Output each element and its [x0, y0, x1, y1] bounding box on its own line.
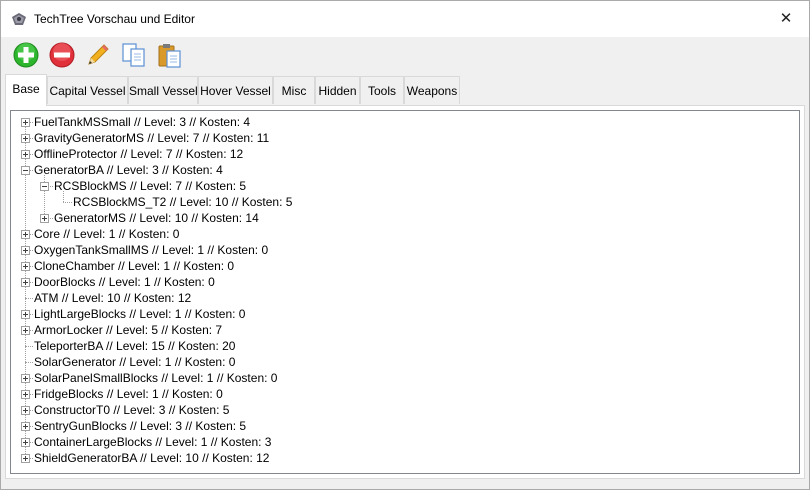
- tree-node[interactable]: ShieldGeneratorBA // Level: 10 // Kosten…: [11, 450, 791, 466]
- tab-misc[interactable]: Misc: [273, 76, 315, 104]
- tree-node-label: ShieldGeneratorBA // Level: 10 // Kosten…: [34, 451, 270, 465]
- copy-button[interactable]: [120, 41, 148, 69]
- tree-node[interactable]: LightLargeBlocks // Level: 1 // Kosten: …: [11, 306, 791, 322]
- expand-icon[interactable]: [21, 262, 30, 271]
- tree-node[interactable]: CloneChamber // Level: 1 // Kosten: 0: [11, 258, 791, 274]
- window-title: TechTree Vorschau und Editor: [34, 12, 195, 26]
- tree-node[interactable]: RCSBlockMS_T2 // Level: 10 // Kosten: 5: [11, 194, 791, 210]
- tab-base[interactable]: Base: [5, 74, 47, 106]
- tree-connector: [63, 202, 72, 203]
- toolbar: [1, 37, 809, 73]
- tree-node-label: CloneChamber // Level: 1 // Kosten: 0: [34, 259, 235, 273]
- tree-node-label: TeleporterBA // Level: 15 // Kosten: 20: [34, 339, 236, 353]
- tree-node[interactable]: FuelTankMSSmall // Level: 3 // Kosten: 4: [11, 114, 791, 130]
- expand-icon[interactable]: [21, 150, 30, 159]
- expand-icon[interactable]: [21, 326, 30, 335]
- tree-node[interactable]: Core // Level: 1 // Kosten: 0: [11, 226, 791, 242]
- tree-node-label: ConstructorT0 // Level: 3 // Kosten: 5: [34, 403, 230, 417]
- expand-icon[interactable]: [21, 422, 30, 431]
- expand-icon[interactable]: [21, 454, 30, 463]
- app-icon: [12, 13, 26, 25]
- expand-icon[interactable]: [21, 374, 30, 383]
- tree-node[interactable]: OfflineProtector // Level: 7 // Kosten: …: [11, 146, 791, 162]
- tree-node-label: ArmorLocker // Level: 5 // Kosten: 7: [34, 323, 223, 337]
- tree-node-label: SentryGunBlocks // Level: 3 // Kosten: 5: [34, 419, 247, 433]
- tab-panel-base: FuelTankMSSmall // Level: 3 // Kosten: 4…: [5, 105, 805, 479]
- expand-icon[interactable]: [21, 246, 30, 255]
- title-bar: TechTree Vorschau und Editor ✕: [1, 1, 809, 37]
- tree-node[interactable]: SolarPanelSmallBlocks // Level: 1 // Kos…: [11, 370, 791, 386]
- tree-node-label: ATM // Level: 10 // Kosten: 12: [34, 291, 192, 305]
- tree-node-label: Core // Level: 1 // Kosten: 0: [34, 227, 180, 241]
- tab-tools[interactable]: Tools: [360, 76, 404, 104]
- tree-node[interactable]: DoorBlocks // Level: 1 // Kosten: 0: [11, 274, 791, 290]
- tab-capital-vessel[interactable]: Capital Vessel: [47, 76, 128, 104]
- tree-node[interactable]: SentryGunBlocks // Level: 3 // Kosten: 5: [11, 418, 791, 434]
- expand-icon[interactable]: [21, 118, 30, 127]
- tree-node[interactable]: TeleporterBA // Level: 15 // Kosten: 20: [11, 338, 791, 354]
- tree-node[interactable]: GeneratorMS // Level: 10 // Kosten: 14: [11, 210, 791, 226]
- tree-node-label: SolarPanelSmallBlocks // Level: 1 // Kos…: [34, 371, 278, 385]
- tree-node-label: FuelTankMSSmall // Level: 3 // Kosten: 4: [34, 115, 251, 129]
- tree-node-label: SolarGenerator // Level: 1 // Kosten: 0: [34, 355, 236, 369]
- edit-button[interactable]: [84, 41, 112, 69]
- expand-icon[interactable]: [21, 438, 30, 447]
- close-button[interactable]: ✕: [763, 1, 809, 37]
- tree-node-label: OfflineProtector // Level: 7 // Kosten: …: [34, 147, 244, 161]
- tree-node[interactable]: ATM // Level: 10 // Kosten: 12: [11, 290, 791, 306]
- expand-icon[interactable]: [21, 134, 30, 143]
- tree-connector: [25, 346, 33, 347]
- expand-icon[interactable]: [21, 406, 30, 415]
- tab-weapons[interactable]: Weapons: [404, 76, 460, 104]
- tab-hover-vessel[interactable]: Hover Vessel: [198, 76, 273, 104]
- collapse-icon[interactable]: [40, 182, 49, 191]
- expand-icon[interactable]: [21, 390, 30, 399]
- tab-small-vessel[interactable]: Small Vessel: [128, 76, 198, 104]
- tree-node[interactable]: GeneratorBA // Level: 3 // Kosten: 4: [11, 162, 791, 178]
- expand-icon[interactable]: [21, 278, 30, 287]
- expand-icon[interactable]: [40, 214, 49, 223]
- tree-node-label: GeneratorMS // Level: 10 // Kosten: 14: [54, 211, 259, 225]
- paste-button[interactable]: [156, 41, 184, 69]
- remove-button[interactable]: [48, 41, 76, 69]
- tab-strip: Base Capital Vessel Small Vessel Hover V…: [5, 74, 805, 106]
- tree-node[interactable]: FridgeBlocks // Level: 1 // Kosten: 0: [11, 386, 791, 402]
- tree-node[interactable]: ConstructorT0 // Level: 3 // Kosten: 5: [11, 402, 791, 418]
- tree-node-label: FridgeBlocks // Level: 1 // Kosten: 0: [34, 387, 223, 401]
- tree-node[interactable]: OxygenTankSmallMS // Level: 1 // Kosten:…: [11, 242, 791, 258]
- tree-connector: [25, 298, 33, 299]
- tree-node-label: ContainerLargeBlocks // Level: 1 // Kost…: [34, 435, 272, 449]
- tree-node-label: RCSBlockMS // Level: 7 // Kosten: 5: [54, 179, 247, 193]
- tree-node[interactable]: ArmorLocker // Level: 5 // Kosten: 7: [11, 322, 791, 338]
- tree-node-label: LightLargeBlocks // Level: 1 // Kosten: …: [34, 307, 246, 321]
- tree-node[interactable]: RCSBlockMS // Level: 7 // Kosten: 5: [11, 178, 791, 194]
- tree-node[interactable]: ContainerLargeBlocks // Level: 1 // Kost…: [11, 434, 791, 450]
- tree-node-label: GravityGeneratorMS // Level: 7 // Kosten…: [34, 131, 270, 145]
- tab-hidden[interactable]: Hidden: [315, 76, 360, 104]
- tree-node[interactable]: GravityGeneratorMS // Level: 7 // Kosten…: [11, 130, 791, 146]
- tree-node-label: RCSBlockMS_T2 // Level: 10 // Kosten: 5: [73, 195, 293, 209]
- expand-icon[interactable]: [21, 230, 30, 239]
- collapse-icon[interactable]: [21, 166, 30, 175]
- tree-node[interactable]: SolarGenerator // Level: 1 // Kosten: 0: [11, 354, 791, 370]
- tree-node-label: OxygenTankSmallMS // Level: 1 // Kosten:…: [34, 243, 269, 257]
- tree-node-label: GeneratorBA // Level: 3 // Kosten: 4: [34, 163, 223, 177]
- tree-node-label: DoorBlocks // Level: 1 // Kosten: 0: [34, 275, 215, 289]
- tree-connector: [25, 362, 33, 363]
- add-button[interactable]: [12, 41, 40, 69]
- app-window: TechTree Vorschau und Editor ✕ Base Capi…: [0, 0, 810, 490]
- tech-tree-view[interactable]: FuelTankMSSmall // Level: 3 // Kosten: 4…: [10, 110, 800, 474]
- expand-icon[interactable]: [21, 310, 30, 319]
